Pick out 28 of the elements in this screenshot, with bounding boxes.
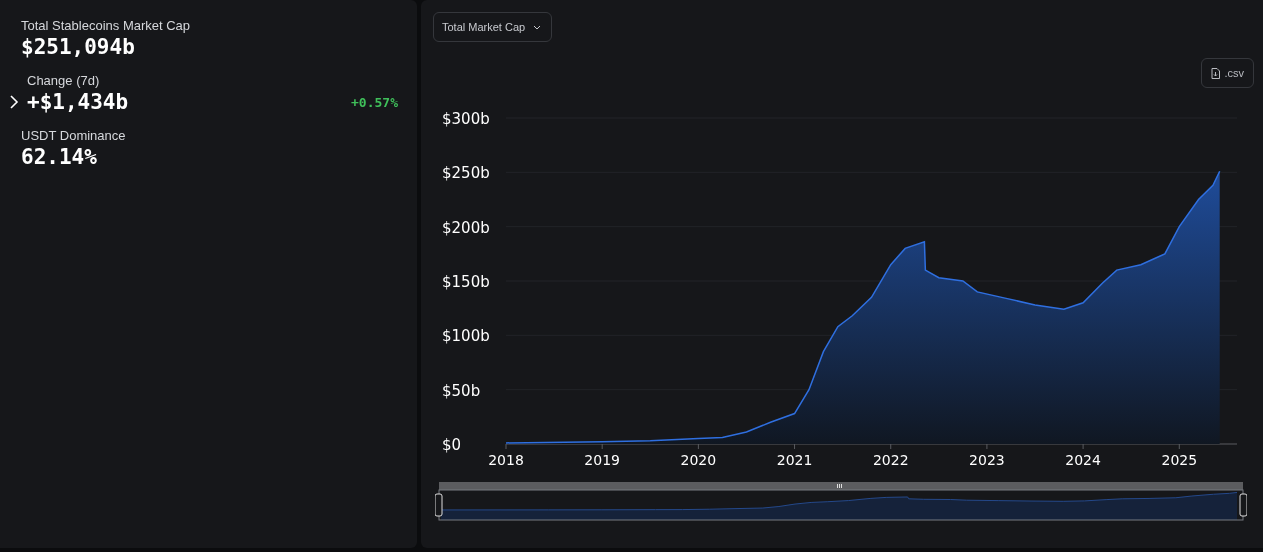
csv-download-button[interactable]: .csv [1201,58,1254,88]
y-axis-label: $0 [442,436,462,454]
stat-value: +$1,434b [27,90,129,114]
metric-dropdown[interactable]: Total Market Cap [433,12,553,42]
x-axis-label: 2023 [969,452,1005,468]
x-axis-label: 2024 [1065,452,1101,468]
y-axis-label: $200b [442,218,490,237]
x-axis-label: 2020 [680,452,717,468]
x-axis-label: 2021 [776,452,813,468]
stat-label: Change (7d) [26,73,100,88]
change-percent: +0.57% [351,94,398,110]
y-axis-label: $300b [442,110,490,128]
caret-icon [533,24,542,30]
x-axis-label: 2025 [1161,452,1198,468]
file-download-icon [1211,67,1221,79]
stat-value: 62.14% [21,145,97,169]
y-axis-label: $100b [442,327,490,346]
stat-value: $251,094b [21,35,135,59]
y-axis-label: $250b [442,164,490,183]
stat-label: Total Stablecoins Market Cap [21,18,191,33]
stat-label: USDT Dominance [21,128,126,143]
chevron-icon[interactable] [9,95,19,109]
y-axis-label: $50b [442,381,481,400]
x-axis-label: 2022 [872,452,909,468]
range-slider[interactable] [435,482,1247,524]
y-axis-label: $150b [442,273,490,291]
x-axis-label: 2019 [584,452,620,468]
x-axis-label: 2018 [488,452,524,468]
